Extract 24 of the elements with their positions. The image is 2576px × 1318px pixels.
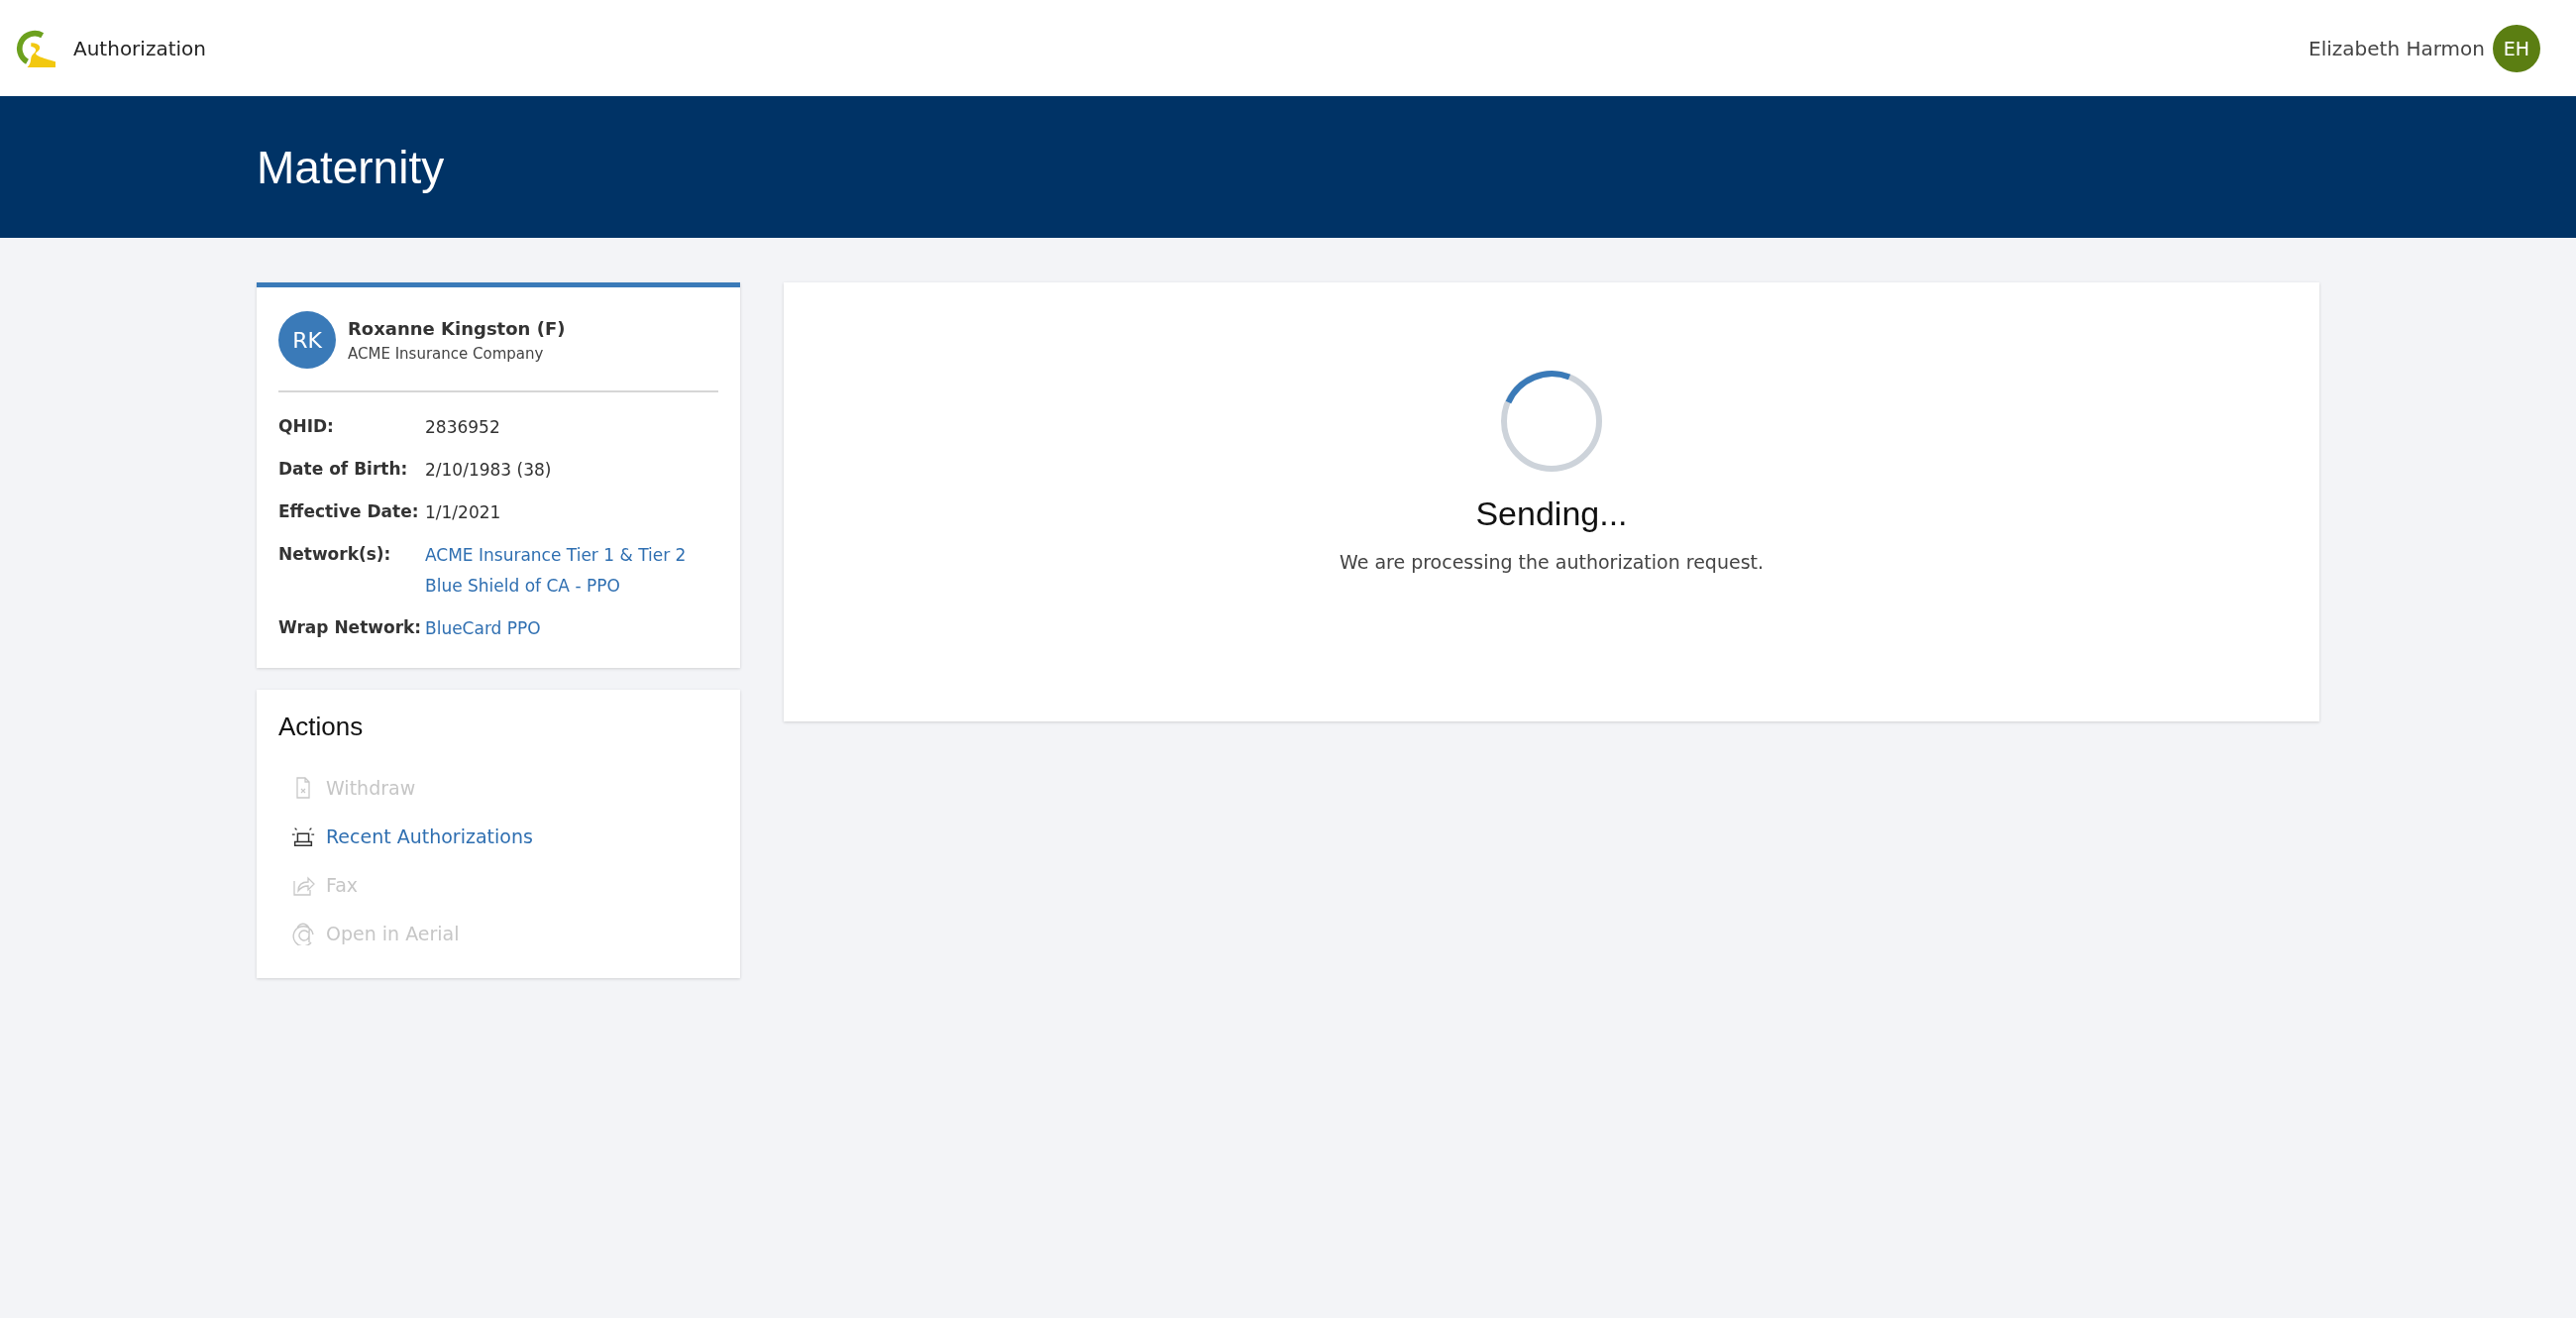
field-value: 2836952 bbox=[425, 416, 500, 439]
network-link[interactable]: Blue Shield of CA - PPO bbox=[425, 571, 687, 602]
patient-avatar: RK bbox=[278, 311, 336, 369]
status-message: We are processing the authorization request. bbox=[1340, 551, 1764, 573]
insurance-company: ACME Insurance Company bbox=[348, 344, 545, 363]
loading-spinner-icon bbox=[1500, 370, 1603, 473]
actions-title: Actions bbox=[278, 712, 365, 742]
field-label: QHID: bbox=[278, 415, 335, 438]
page-title: Maternity bbox=[257, 140, 445, 194]
network-link[interactable]: ACME Insurance Tier 1 & Tier 2 bbox=[425, 540, 687, 571]
status-title: Sending... bbox=[1475, 494, 1628, 533]
field-label: Date of Birth: bbox=[278, 458, 409, 481]
at-letter-icon[interactable] bbox=[290, 921, 316, 945]
field-value: 2/10/1983 (38) bbox=[425, 459, 552, 482]
field-label: Network(s): bbox=[278, 543, 392, 566]
field-label: Effective Date: bbox=[278, 500, 420, 523]
user-name: Elizabeth Harmon bbox=[2308, 36, 2485, 60]
network-link[interactable]: BlueCard PPO bbox=[425, 613, 541, 644]
field-value: 1/1/2021 bbox=[425, 501, 501, 524]
app-title: Authorization bbox=[73, 36, 206, 60]
user-avatar[interactable]: EH bbox=[2493, 24, 2540, 72]
patient-name: Roxanne Kingston (F) bbox=[348, 317, 566, 339]
field-label: Wrap Network: bbox=[278, 616, 423, 639]
action-link[interactable]: Recent Authorizations bbox=[326, 824, 533, 847]
